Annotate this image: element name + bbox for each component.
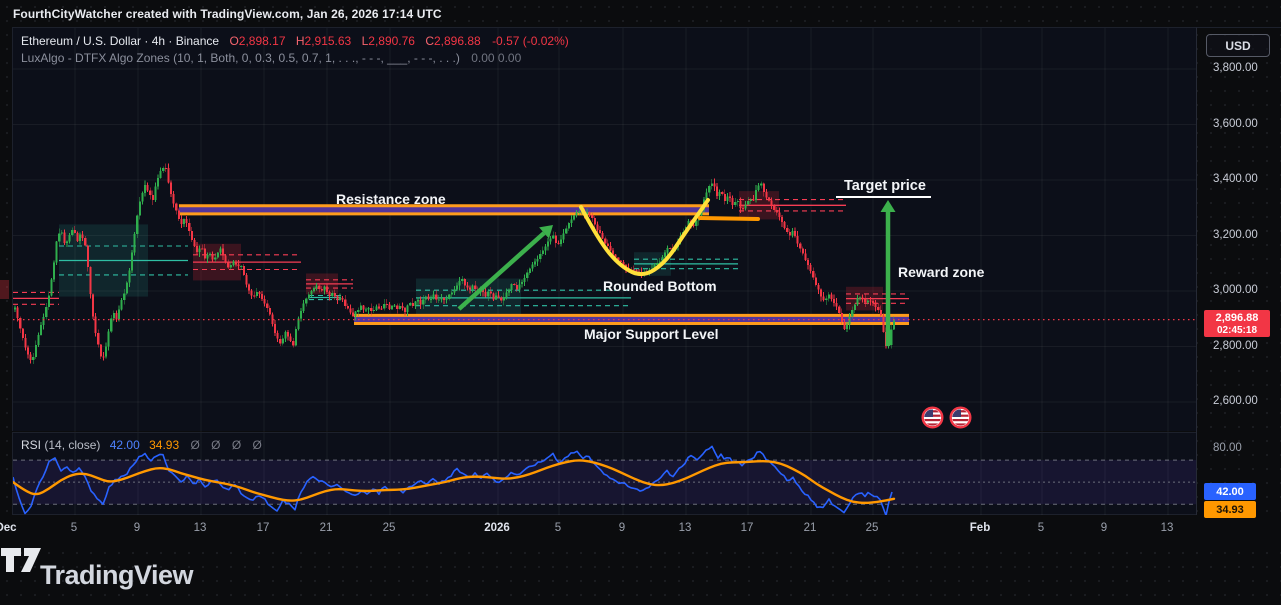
rsi-legend[interactable]: RSI (14, close) 42.00 34.93 Ø Ø Ø Ø [21, 438, 266, 452]
change-value: -0.57 (-0.02%) [492, 34, 569, 48]
ohlc-high-label: H [296, 34, 305, 48]
time-tick-label: 21 [804, 522, 817, 534]
rsi-pane[interactable]: RSI (14, close) 42.00 34.93 Ø Ø Ø Ø [12, 432, 1196, 515]
resistance-zone-label[interactable]: Resistance zone [336, 191, 446, 207]
rounded-bottom-label[interactable]: Rounded Bottom [603, 278, 717, 294]
time-tick-label: 9 [134, 522, 140, 534]
major-support-label[interactable]: Major Support Level [584, 326, 719, 342]
tradingview-logo[interactable]: TradingView [30, 560, 193, 591]
rsi-ma-value: 34.93 [149, 438, 179, 452]
indicator-values: 0.00 0.00 [471, 51, 521, 65]
target-price-underline [836, 196, 931, 198]
attribution-bar: FourthCityWatcher created with TradingVi… [0, 0, 1281, 27]
price-tick-label: 3,400.00 [1213, 173, 1258, 185]
attribution-text: FourthCityWatcher created with TradingVi… [13, 7, 442, 21]
rsi-params: (14, close) [44, 438, 100, 452]
rsi-scale-label: 80.00 [1213, 442, 1242, 454]
last-price-badge: 2,896.88 02:45:18 [1204, 310, 1270, 337]
time-tick-label: 5 [71, 522, 77, 534]
time-axis[interactable]: Dec 5 9 13 17 21 25 2026 5 9 13 17 21 25 Feb 5 9 13 [0, 515, 1281, 545]
symbol-title[interactable]: Ethereum / U.S. Dollar · 4h · Binance [21, 34, 219, 48]
main-chart-pane[interactable]: Ethereum / U.S. Dollar · 4h · Binance O2… [12, 27, 1196, 431]
time-tick-label: 25 [383, 522, 396, 534]
price-axis[interactable]: USD 3,800.00 3,600.00 3,400.00 3,200.00 3,00… [1196, 27, 1281, 545]
time-tick-label: Dec [0, 522, 17, 534]
ohlc-open-label: O [229, 34, 238, 48]
price-tick-label: 2,800.00 [1213, 340, 1258, 352]
indicator-params: (10, 1, Both, 0, 0.3, 0.5, 0.7, 1, . . .… [173, 51, 460, 65]
currency-button[interactable]: USD [1206, 34, 1270, 57]
price-tick-label: 3,800.00 [1213, 62, 1258, 74]
footer-bar: TradingView [0, 545, 1281, 605]
time-tick-label: 13 [679, 522, 692, 534]
tradingview-logo-text: TradingView [40, 560, 193, 591]
time-tick-label: 13 [1161, 522, 1174, 534]
time-tick-label: 5 [1038, 522, 1044, 534]
time-tick-label: 2026 [484, 522, 510, 534]
indicator-legend[interactable]: LuxAlgo - DTFX Algo Zones (10, 1, Both, … [21, 51, 521, 65]
last-price-value: 2,896.88 [1204, 313, 1270, 324]
time-tick-label: 5 [555, 522, 561, 534]
rsi-ma-badge: 34.93 [1204, 501, 1256, 518]
time-tick-label: 17 [257, 522, 270, 534]
ohlc-high-value: 2,915.63 [305, 34, 352, 48]
ohlc-low-value: 2,890.76 [368, 34, 415, 48]
tradingview-logo-icon [0, 545, 42, 575]
rsi-value-badge: 42.00 [1204, 483, 1256, 500]
economic-event-flag-icon-1[interactable] [921, 406, 944, 429]
bar-countdown: 02:45:18 [1204, 326, 1270, 336]
tradingview-window: FourthCityWatcher created with TradingVi… [0, 0, 1281, 605]
time-tick-label: 25 [866, 522, 879, 534]
time-tick-label: 17 [741, 522, 754, 534]
rsi-name[interactable]: RSI [21, 438, 41, 452]
rsi-value: 42.00 [110, 438, 140, 452]
time-tick-label: 9 [619, 522, 625, 534]
time-tick-label: 9 [1101, 522, 1107, 534]
symbol-legend[interactable]: Ethereum / U.S. Dollar · 4h · Binance O2… [21, 34, 569, 48]
rsi-hidden-values: Ø Ø Ø Ø [190, 438, 265, 452]
ohlc-close-label: C [425, 34, 434, 48]
target-price-label[interactable]: Target price [844, 178, 926, 194]
ohlc-open-value: 2,898.17 [239, 34, 286, 48]
time-tick-label: 21 [320, 522, 333, 534]
time-tick-label: Feb [970, 522, 990, 534]
price-tick-label: 3,000.00 [1213, 284, 1258, 296]
time-tick-label: 13 [194, 522, 207, 534]
price-tick-label: 3,600.00 [1213, 118, 1258, 130]
indicator-name[interactable]: LuxAlgo - DTFX Algo Zones [21, 51, 170, 65]
reward-zone-label[interactable]: Reward zone [898, 264, 984, 280]
price-tick-label: 2,600.00 [1213, 395, 1258, 407]
price-tick-label: 3,200.00 [1213, 229, 1258, 241]
clipped-supply-zone-fragment [0, 280, 9, 299]
economic-event-flag-icon-2[interactable] [949, 406, 972, 429]
ohlc-close-value: 2,896.88 [434, 34, 481, 48]
main-chart-canvas[interactable] [13, 28, 1197, 432]
